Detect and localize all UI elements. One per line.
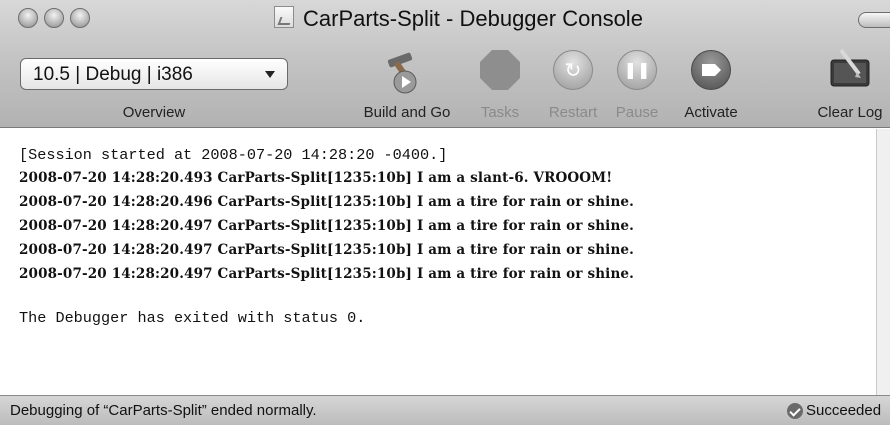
pause-button[interactable]: ❚❚ Pause — [608, 46, 666, 126]
clear-log-icon — [830, 48, 870, 87]
activate-icon — [691, 50, 731, 90]
console-line: The Debugger has exited with status 0. — [19, 309, 366, 327]
console-scrollbar[interactable] — [876, 129, 890, 395]
console-line: 2008-07-20 14:28:20.496 CarParts-Split[1… — [19, 194, 634, 210]
pause-icon: ❚❚ — [617, 50, 657, 90]
console-line: 2008-07-20 14:28:20.497 CarParts-Split[1… — [19, 242, 634, 258]
toolbar-toggle-button[interactable] — [858, 12, 890, 28]
console-line: [Session started at 2008-07-20 14:28:20 … — [19, 146, 448, 164]
zoom-window-icon[interactable] — [70, 8, 90, 28]
status-bar: Debugging of “CarParts-Split” ended norm… — [0, 395, 890, 425]
check-circle-icon — [787, 403, 803, 419]
overview-popup[interactable]: 10.5 | Debug | i386 — [20, 58, 288, 90]
overview-value: 10.5 | Debug | i386 — [33, 64, 193, 85]
overview-label: Overview — [122, 104, 186, 121]
document-proxy-icon[interactable] — [274, 6, 294, 28]
restart-button[interactable]: ↻ Restart — [538, 46, 608, 126]
debugger-console-window: CarParts-Split - Debugger Console 10.5 |… — [0, 0, 890, 425]
tasks-button[interactable]: Tasks — [470, 46, 530, 126]
console-line: 2008-07-20 14:28:20.493 CarParts-Split[1… — [19, 170, 613, 186]
console-line: 2008-07-20 14:28:20.497 CarParts-Split[1… — [19, 218, 634, 234]
clear-log-button[interactable]: Clear Log — [806, 46, 890, 126]
clear-log-label: Clear Log — [817, 104, 883, 121]
hammer-play-icon — [387, 52, 417, 94]
minimize-window-icon[interactable] — [44, 8, 64, 28]
window-chrome: CarParts-Split - Debugger Console 10.5 |… — [0, 0, 890, 128]
console-line: 2008-07-20 14:28:20.497 CarParts-Split[1… — [19, 266, 634, 282]
pause-label: Pause — [615, 104, 659, 121]
activate-label: Activate — [684, 104, 738, 121]
window-title: CarParts-Split - Debugger Console — [303, 6, 643, 31]
chevron-down-icon — [265, 71, 275, 78]
build-and-go-label: Build and Go — [363, 104, 451, 121]
status-message: Debugging of “CarParts-Split” ended norm… — [10, 402, 317, 419]
restart-icon: ↻ — [553, 50, 593, 90]
console-output[interactable]: [Session started at 2008-07-20 14:28:20 … — [0, 129, 890, 395]
activate-button[interactable]: Activate — [668, 46, 754, 126]
build-and-go-button[interactable]: Build and Go — [352, 46, 462, 126]
stop-icon — [480, 50, 520, 90]
title-bar: CarParts-Split - Debugger Console — [0, 0, 890, 36]
tasks-label: Tasks — [480, 104, 520, 121]
close-window-icon[interactable] — [18, 8, 38, 28]
status-result: Succeeded — [806, 402, 882, 419]
restart-label: Restart — [548, 104, 598, 121]
